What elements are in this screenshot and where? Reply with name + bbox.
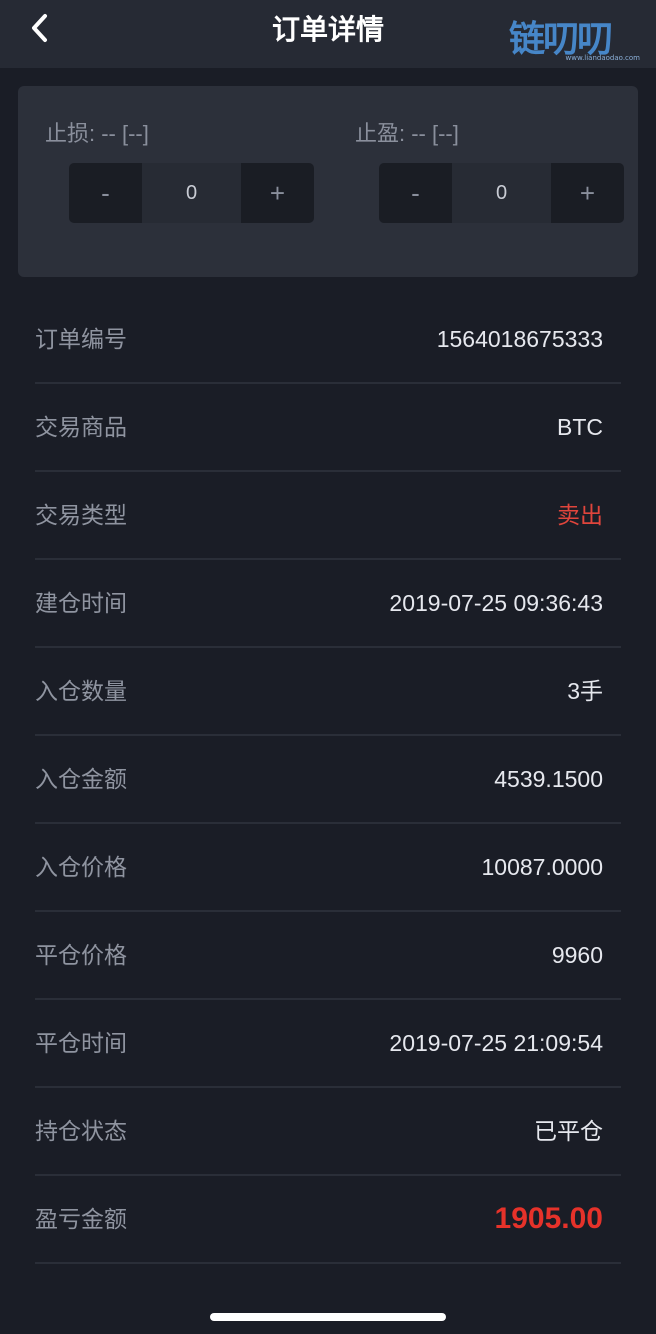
watermark-url: www.liandaodao.com: [565, 54, 640, 62]
close-price-row: 平仓价格 9960: [35, 912, 621, 1000]
position-status-label: 持仓状态: [35, 1118, 127, 1144]
entry-price-row: 入仓价格 10087.0000: [35, 824, 621, 912]
trade-type-label: 交易类型: [35, 502, 127, 528]
product-label: 交易商品: [35, 414, 127, 440]
take-profit-value[interactable]: 0: [452, 163, 551, 223]
entry-price-value: 10087.0000: [481, 854, 603, 880]
open-time-label: 建仓时间: [35, 590, 127, 616]
stop-loss-value[interactable]: 0: [142, 163, 241, 223]
entry-amount-row: 入仓金额 4539.1500: [35, 736, 621, 824]
take-profit-label: 止盈: -- [--]: [355, 121, 459, 146]
stop-loss-minus-button[interactable]: -: [69, 163, 142, 223]
profit-loss-value: 1905.00: [494, 1202, 603, 1235]
order-detail-list: 订单编号 1564018675333 交易商品 BTC 交易类型 卖出 建仓时间…: [0, 296, 656, 1264]
take-profit-plus-button[interactable]: +: [551, 163, 624, 223]
quantity-label: 入仓数量: [35, 678, 127, 704]
take-profit-minus-button[interactable]: -: [379, 163, 452, 223]
quantity-value: 3手: [567, 678, 603, 704]
order-id-label: 订单编号: [35, 326, 127, 352]
entry-amount-value: 4539.1500: [494, 766, 603, 792]
take-profit-group: 止盈: -- [--] - 0 +: [328, 86, 628, 277]
stop-loss-stepper: - 0 +: [69, 163, 314, 223]
trade-type-row: 交易类型 卖出: [35, 472, 621, 560]
nav-bar: 订单详情 链叨叨 www.liandaodao.com: [0, 0, 656, 68]
profit-loss-label: 盈亏金额: [35, 1206, 127, 1232]
position-status-row: 持仓状态 已平仓: [35, 1088, 621, 1176]
take-profit-stepper: - 0 +: [379, 163, 624, 223]
order-id-value: 1564018675333: [436, 326, 603, 352]
open-time-value: 2019-07-25 09:36:43: [389, 590, 603, 616]
stop-settings-panel: 止损: -- [--] - 0 + 止盈: -- [--] - 0 +: [18, 86, 638, 277]
home-indicator[interactable]: [210, 1313, 446, 1321]
entry-amount-label: 入仓金额: [35, 766, 127, 792]
open-time-row: 建仓时间 2019-07-25 09:36:43: [35, 560, 621, 648]
close-price-value: 9960: [551, 942, 603, 968]
position-status-value: 已平仓: [534, 1118, 603, 1144]
order-id-row: 订单编号 1564018675333: [35, 296, 621, 384]
stop-loss-plus-button[interactable]: +: [241, 163, 314, 223]
close-time-row: 平仓时间 2019-07-25 21:09:54: [35, 1000, 621, 1088]
close-time-value: 2019-07-25 21:09:54: [389, 1030, 603, 1056]
entry-price-label: 入仓价格: [35, 854, 127, 880]
close-time-label: 平仓时间: [35, 1030, 127, 1056]
watermark-logo: 链叨叨 www.liandaodao.com: [509, 18, 644, 62]
product-value: BTC: [557, 414, 603, 440]
stop-loss-group: 止损: -- [--] - 0 +: [18, 86, 318, 277]
trade-type-value: 卖出: [557, 502, 603, 528]
product-row: 交易商品 BTC: [35, 384, 621, 472]
quantity-row: 入仓数量 3手: [35, 648, 621, 736]
profit-loss-row: 盈亏金额 1905.00: [35, 1176, 621, 1264]
close-price-label: 平仓价格: [35, 942, 127, 968]
stop-loss-label: 止损: -- [--]: [45, 121, 149, 146]
